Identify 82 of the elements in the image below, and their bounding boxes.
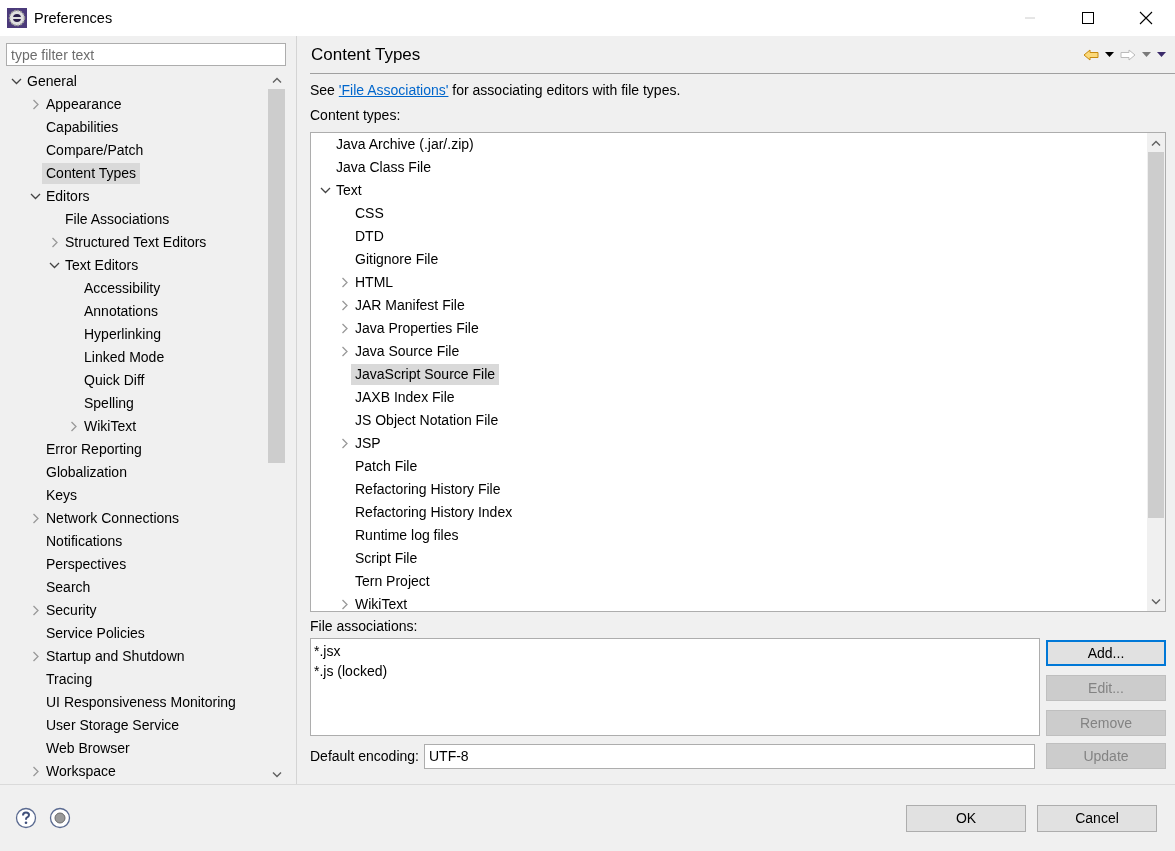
encoding-field[interactable]: UTF-8 bbox=[423, 743, 1035, 769]
record-icon[interactable] bbox=[49, 807, 71, 829]
tree-item[interactable]: Structured Text Editors bbox=[61, 232, 211, 253]
tree-item[interactable]: Appearance bbox=[42, 94, 126, 115]
tree-item[interactable]: HTML bbox=[351, 272, 398, 293]
back-arrow-icon[interactable] bbox=[1083, 48, 1099, 61]
tree-item[interactable]: Network Connections bbox=[42, 508, 184, 529]
tree-item[interactable]: Capabilities bbox=[42, 117, 123, 138]
tree-item[interactable]: Linked Mode bbox=[80, 347, 169, 368]
tree-item[interactable]: Service Policies bbox=[42, 623, 149, 644]
tree-item[interactable]: Perspectives bbox=[42, 554, 131, 575]
tree-item[interactable]: Globalization bbox=[42, 462, 131, 483]
dialog-button[interactable]: OK bbox=[906, 804, 1026, 832]
close-icon[interactable] bbox=[1139, 11, 1153, 25]
tree-item[interactable]: Runtime log files bbox=[351, 525, 463, 546]
content-types-label: Content types: bbox=[310, 107, 402, 125]
tree-item[interactable]: DTD bbox=[351, 226, 388, 247]
maximize-icon[interactable] bbox=[1081, 11, 1095, 25]
dialog-button[interactable]: Cancel bbox=[1037, 804, 1157, 832]
tree-item[interactable]: Compare/Patch bbox=[42, 140, 148, 161]
tree-item[interactable]: Startup and Shutdown bbox=[42, 646, 189, 667]
tree-item[interactable]: Text Editors bbox=[61, 255, 143, 276]
tree-item[interactable]: Notifications bbox=[42, 531, 127, 552]
intro-text: See 'File Associations' for associating editors with file types. bbox=[310, 82, 682, 100]
help-icon[interactable] bbox=[15, 807, 37, 829]
filter-field[interactable]: type filter text bbox=[6, 43, 286, 66]
tree-item[interactable]: Security bbox=[42, 600, 101, 621]
forward-arrow-icon[interactable] bbox=[1120, 48, 1136, 61]
tree-item[interactable]: CSS bbox=[351, 203, 388, 224]
tree-item[interactable]: Java Source File bbox=[351, 341, 464, 362]
tree-item[interactable]: WikiText bbox=[351, 594, 412, 611]
scrollbar-thumb[interactable] bbox=[268, 89, 285, 463]
file-associations-label: File associations: bbox=[310, 618, 419, 634]
tree-item[interactable]: Web Browser bbox=[42, 738, 134, 759]
window-title: Preferences bbox=[34, 10, 113, 26]
tree-item[interactable]: JSP bbox=[351, 433, 385, 454]
tree-item[interactable]: Tern Project bbox=[351, 571, 434, 592]
tree-item[interactable]: Workspace bbox=[42, 761, 120, 782]
scroll-up-icon[interactable] bbox=[1151, 139, 1161, 146]
tree-item[interactable]: Text bbox=[332, 180, 366, 201]
list-item[interactable]: *.js (locked) bbox=[314, 661, 1036, 681]
list-item[interactable]: *.jsx bbox=[314, 641, 1036, 661]
scrollbar-thumb[interactable] bbox=[1148, 152, 1164, 518]
tree-item[interactable]: UI Responsiveness Monitoring bbox=[42, 692, 240, 713]
tree-item[interactable]: Search bbox=[42, 577, 95, 598]
file-associations-link[interactable]: 'File Associations' bbox=[338, 82, 449, 98]
tree-item[interactable]: File Associations bbox=[61, 209, 174, 230]
app-icon bbox=[7, 8, 27, 28]
page-title: Content Types bbox=[311, 44, 421, 65]
tree-item[interactable]: JS Object Notation File bbox=[351, 410, 503, 431]
tree-item[interactable]: Keys bbox=[42, 485, 82, 506]
tree-item[interactable]: Editors bbox=[42, 186, 94, 207]
scroll-up-icon[interactable] bbox=[271, 76, 282, 83]
tree-item[interactable]: Java Properties File bbox=[351, 318, 483, 339]
tree-item[interactable]: Error Reporting bbox=[42, 439, 146, 460]
scrollbar[interactable] bbox=[1147, 133, 1165, 611]
dropdown-icon[interactable] bbox=[1105, 52, 1114, 57]
tree-item[interactable]: Refactoring History File bbox=[351, 479, 505, 500]
tree-item[interactable]: Gitignore File bbox=[351, 249, 443, 270]
scroll-down-icon[interactable] bbox=[271, 771, 282, 778]
tree-item[interactable]: Tracing bbox=[42, 669, 97, 690]
dialog-button[interactable]: Add... bbox=[1046, 640, 1166, 666]
tree-item[interactable]: JAXB Index File bbox=[351, 387, 459, 408]
tree-item[interactable]: Hyperlinking bbox=[80, 324, 166, 345]
view-menu-icon[interactable] bbox=[1157, 52, 1166, 57]
tree-item[interactable]: Script File bbox=[351, 548, 422, 569]
tree-item[interactable]: Spelling bbox=[80, 393, 138, 414]
tree-item[interactable]: User Storage Service bbox=[42, 715, 184, 736]
encoding-label: Default encoding: bbox=[310, 748, 419, 764]
tree-item[interactable]: JAR Manifest File bbox=[351, 295, 469, 316]
tree-item[interactable]: General bbox=[23, 71, 81, 92]
tree-item[interactable]: Java Archive (.jar/.zip) bbox=[332, 134, 478, 155]
tree-item[interactable]: Java Class File bbox=[332, 157, 435, 178]
tree-item[interactable]: Content Types bbox=[42, 163, 141, 184]
tree-item[interactable]: Annotations bbox=[80, 301, 162, 322]
tree-item[interactable]: Accessibility bbox=[80, 278, 165, 299]
scroll-down-icon[interactable] bbox=[1151, 598, 1161, 605]
tree-item[interactable]: Patch File bbox=[351, 456, 422, 477]
tree-item[interactable]: Refactoring History Index bbox=[351, 502, 517, 523]
tree-item[interactable]: WikiText bbox=[80, 416, 141, 437]
tree-item[interactable]: JavaScript Source File bbox=[351, 364, 500, 385]
tree-item[interactable]: Quick Diff bbox=[80, 370, 149, 391]
